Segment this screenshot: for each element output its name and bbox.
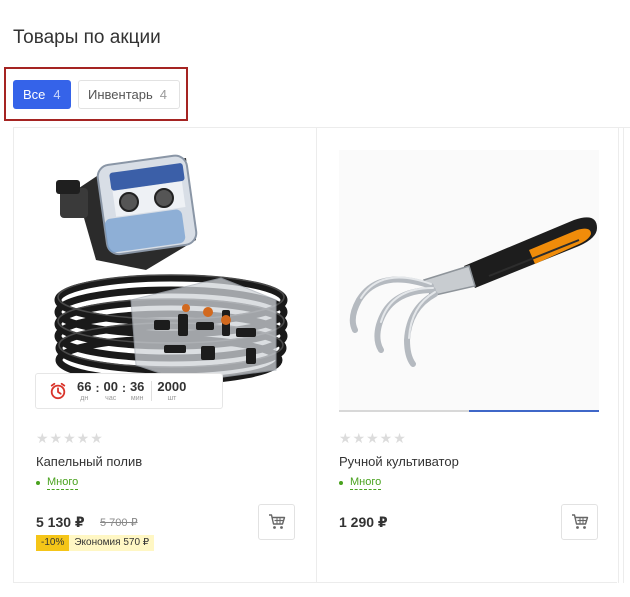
timer-minutes: 36 мин (129, 378, 145, 403)
tab-inventory-count: 4 (159, 87, 167, 102)
stock-label: Много (47, 476, 79, 490)
timer-hours: 00 час (103, 378, 118, 403)
tab-all[interactable]: Все 4 (13, 80, 71, 109)
product-name[interactable]: Капельный полив (36, 454, 142, 469)
timer-separator: : (95, 381, 100, 395)
hand-cultivator-image[interactable] (339, 150, 599, 410)
timer-hours-label: час (105, 394, 117, 402)
drip-irrigation-kit-image[interactable] (36, 150, 296, 410)
product-card[interactable]: 66 дн : 00 час : 36 мин 2000 шт ★★★★★ Ка… (14, 128, 316, 582)
timer-divider (151, 381, 153, 401)
timer-days-label: дн (80, 394, 89, 402)
product-old-price: 5 700 ₽ (100, 517, 138, 529)
stock-status: Много (339, 476, 382, 490)
product-card[interactable]: ★★★★★ Ручной культиватор Много 1 290 ₽ (317, 128, 619, 582)
add-to-cart-button[interactable] (561, 504, 598, 540)
tab-all-label: Все (23, 87, 46, 102)
product-price: 5 130 ₽ (36, 514, 85, 530)
alarm-clock-icon (50, 382, 66, 400)
timer-days: 66 дн (77, 378, 92, 403)
add-to-cart-button[interactable] (258, 504, 295, 540)
timer-quantity-label: шт (167, 394, 177, 402)
discount-badge: -10% Экономия 570 ₽ (36, 535, 155, 551)
timer-hours-value: 00 (103, 378, 118, 394)
stock-label: Много (350, 476, 382, 490)
cart-icon (571, 514, 588, 529)
stock-dot-icon (339, 481, 343, 485)
grid-divider (623, 127, 624, 583)
tab-inventory-label: Инвентарь (88, 87, 153, 102)
grid-divider (13, 582, 617, 583)
section-title: Товары по акции (13, 27, 161, 48)
discount-percent: -10% (36, 535, 70, 551)
product-price: 1 290 ₽ (339, 514, 388, 530)
timer-separator: : (121, 381, 126, 395)
timer-days-value: 66 (77, 378, 92, 394)
tab-inventory[interactable]: Инвентарь 4 (78, 80, 180, 109)
image-slider-active (469, 410, 599, 412)
rating-stars[interactable]: ★★★★★ (339, 430, 407, 447)
cart-icon (268, 514, 285, 529)
timer-quantity-value: 2000 (157, 378, 187, 394)
product-name[interactable]: Ручной культиватор (339, 454, 459, 469)
timer-minutes-value: 36 (129, 378, 145, 394)
promo-countdown-timer: 66 дн : 00 час : 36 мин 2000 шт (35, 373, 223, 409)
tab-all-count: 4 (53, 87, 61, 102)
stock-status: Много (36, 476, 79, 490)
timer-quantity: 2000 шт (157, 378, 187, 403)
discount-savings: Экономия 570 ₽ (69, 535, 155, 551)
stock-dot-icon (36, 481, 40, 485)
timer-minutes-label: мин (130, 394, 144, 402)
rating-stars[interactable]: ★★★★★ (36, 430, 104, 447)
